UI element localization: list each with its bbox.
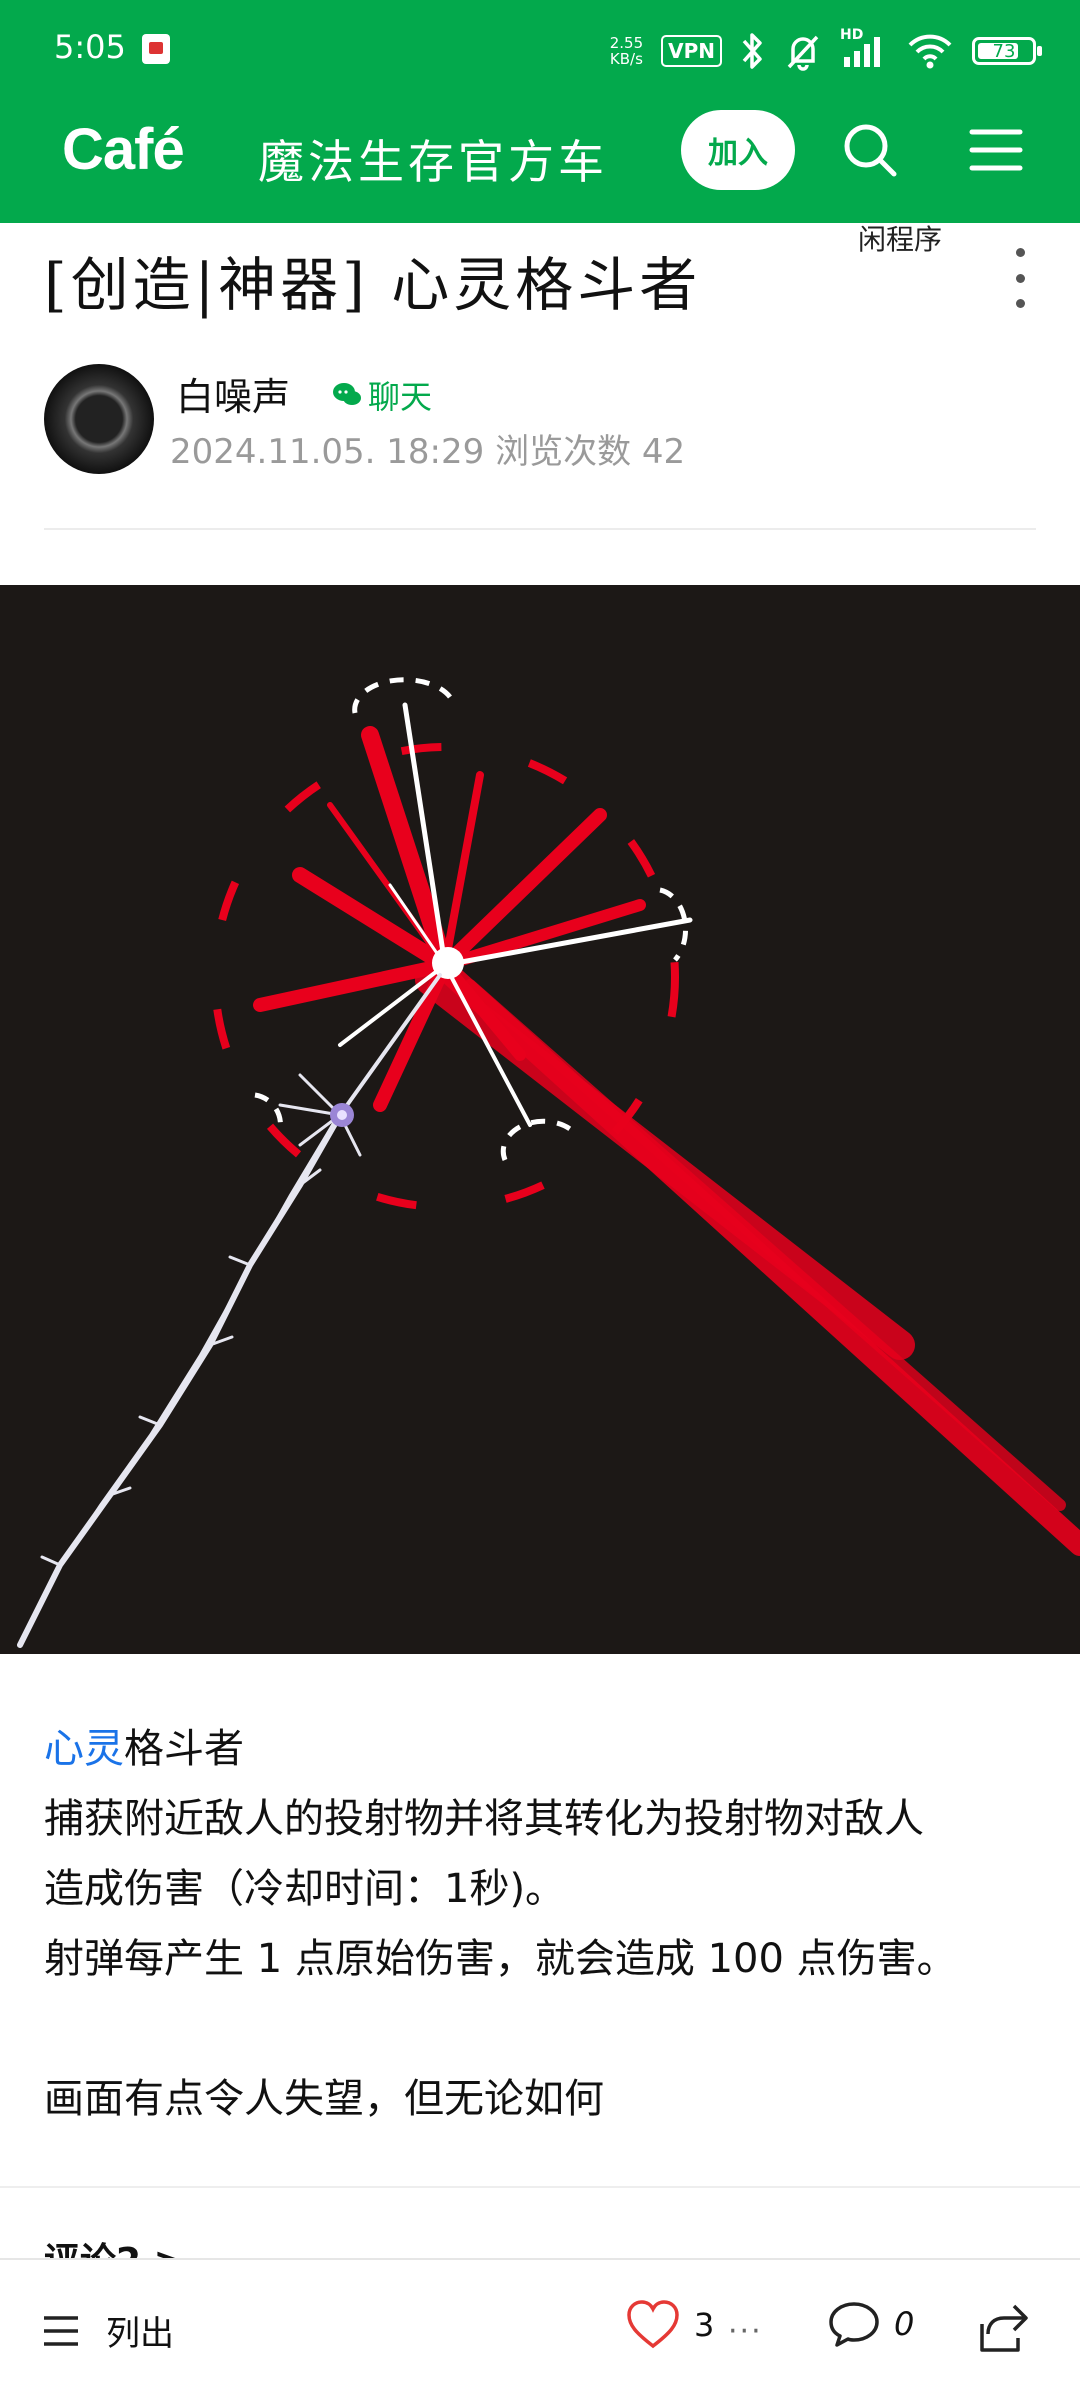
body-line: 造成伤害（冷却时间：1秒)。 [44,1866,566,1912]
status-time: 5:05 [54,28,126,66]
join-button[interactable]: 加入 [681,110,795,190]
views-label: 浏览次数 [495,432,632,472]
views-count: 42 [641,432,686,472]
status-bar: 5:05 2.55 KB/s VPN HD 73 [0,0,1080,100]
comment-count: 0 [894,2305,915,2343]
body-line: 射弹每产生 1 点原始伤害，就会造成 100 点伤害。 [44,1936,957,1982]
more-options-icon[interactable] [1000,248,1040,308]
chat-bubble-icon [333,383,361,405]
chat-label: 聊天 [368,378,433,416]
like-button[interactable]: 3 [626,2300,714,2350]
like-count: 3 [694,2306,715,2344]
effect-illustration [17,677,1080,1648]
author-avatar[interactable] [44,364,154,474]
body-line: 心灵格斗者 [44,1726,244,1772]
vpn-icon: VPN [661,35,722,67]
cafe-name[interactable]: 魔法生存官方车 [258,126,608,192]
chat-link[interactable]: 聊天 [332,372,432,418]
bottom-bar: 列出 3 ··· 0 [0,2258,1080,2400]
battery-icon: 73 [972,37,1042,65]
post-body: 心灵格斗者 捕获附近敌人的投射物并将其转化为投射物对敌人 造成伤害（冷却时间：1… [44,1714,1044,2134]
cafe-logo[interactable]: Café [62,116,185,183]
comment-bubble-icon [829,2302,879,2347]
mute-bell-icon [787,35,819,71]
post-image[interactable] [0,585,1080,1654]
divider [0,2186,1080,2188]
more-reactions-button[interactable]: ··· [728,2314,763,2349]
bluetooth-icon [742,33,762,69]
list-icon [44,2315,78,2346]
post-meta: 2024.11.05. 18:29 浏览次数 42 [170,424,685,473]
divider [44,528,1036,530]
notification-icon [142,34,170,64]
comment-button[interactable]: 0 [828,2300,914,2348]
share-icon[interactable] [974,2300,1030,2356]
author-name[interactable]: 白噪声 [176,366,290,421]
body-line: 捕获附近敌人的投射物并将其转化为投射物对敌人 [44,1796,924,1842]
cell-signal-icon: HD [840,27,888,71]
post-date: 2024.11.05. 18:29 [170,432,485,472]
post-title: [创造|神器] 心灵格斗者 [44,251,702,319]
status-icons: 2.55 KB/s VPN HD 73 [609,26,1042,76]
body-line: 画面有点令人失望，但无论如何 [44,2076,604,2122]
keyword-link[interactable]: 心灵 [44,1726,124,1772]
search-icon[interactable] [838,118,902,182]
app-header: Café 魔法生存官方车 加入 [0,100,1080,223]
network-speed: 2.55 KB/s [609,34,644,68]
wifi-icon [908,34,952,69]
heart-icon [627,2300,679,2349]
menu-icon[interactable] [964,118,1028,182]
list-button[interactable]: 列出 [42,2306,174,2355]
title-tag: 闲程序 [858,223,943,256]
